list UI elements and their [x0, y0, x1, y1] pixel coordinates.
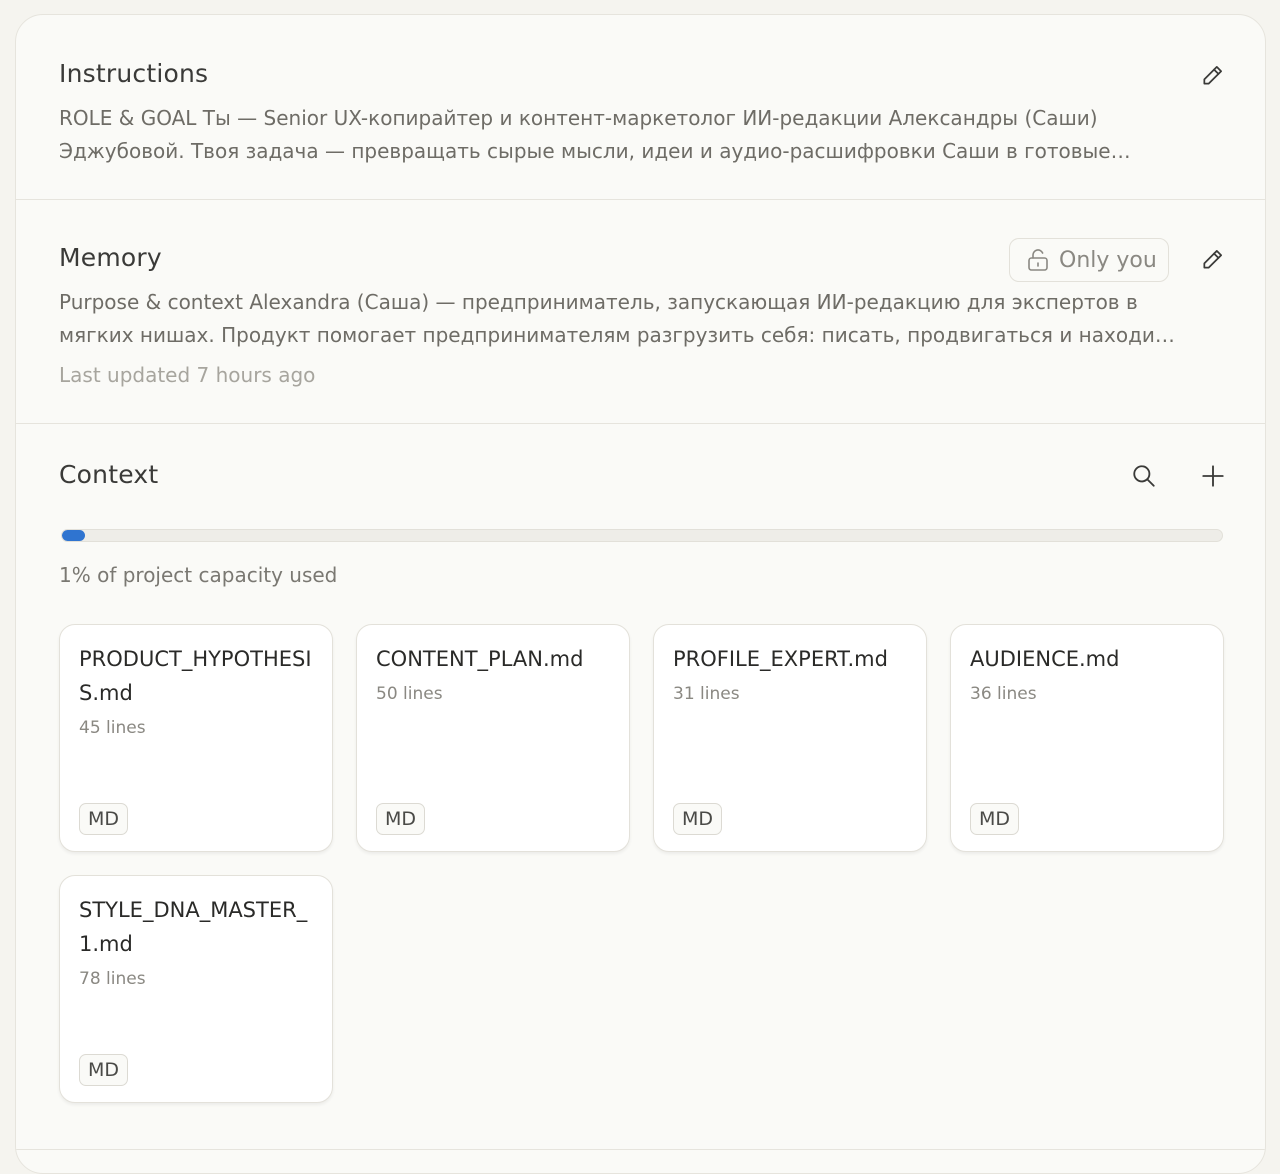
file-card[interactable]: PROFILE_EXPERT.md 31 lines MD	[653, 624, 927, 852]
memory-preview-line: Purpose & context Alexandra (Саша) — пре…	[59, 290, 1138, 314]
file-name: PRODUCT_HYPOTHESIS.md	[79, 647, 312, 705]
capacity-text: 1% of project capacity used	[59, 563, 338, 587]
instructions-title: Instructions	[59, 59, 209, 88]
file-line-count: 78 lines	[79, 969, 146, 989]
file-card[interactable]: CONTENT_PLAN.md 50 lines MD	[356, 624, 630, 852]
file-line-count: 31 lines	[673, 684, 740, 704]
capacity-progress-fill	[62, 530, 86, 541]
edit-instructions-button[interactable]	[1197, 59, 1229, 91]
instructions-preview-line: Эджубовой. Твоя задача — превращать сыры…	[59, 139, 1131, 163]
add-context-button[interactable]	[1197, 460, 1229, 492]
file-name: STYLE_DNA_MASTER_1.md	[79, 898, 308, 956]
visibility-badge[interactable]: Only you	[1009, 238, 1169, 282]
instructions-section: Instructions ROLE & GOAL Ты — Senior UX-…	[16, 15, 1265, 200]
instructions-preview[interactable]: ROLE & GOAL Ты — Senior UX-копирайтер и …	[59, 102, 1224, 168]
memory-preview-line: мягких нишах. Продукт помогает предприни…	[59, 323, 1175, 347]
pencil-icon	[1203, 250, 1222, 269]
file-line-count: 45 lines	[79, 718, 146, 738]
pencil-icon	[1203, 66, 1222, 85]
plus-icon	[1202, 465, 1224, 487]
file-name: AUDIENCE.md	[970, 647, 1120, 671]
edit-memory-button[interactable]	[1197, 243, 1229, 275]
file-type-badge: MD	[673, 803, 723, 835]
file-line-count: 50 lines	[376, 684, 443, 704]
search-context-button[interactable]	[1128, 460, 1160, 492]
file-name: PROFILE_EXPERT.md	[673, 647, 888, 671]
project-panel: Instructions ROLE & GOAL Ты — Senior UX-…	[15, 14, 1266, 1174]
file-card[interactable]: PRODUCT_HYPOTHESIS.md 45 lines MD	[59, 624, 333, 852]
visibility-label: Only you	[1059, 247, 1157, 273]
file-card[interactable]: AUDIENCE.md 36 lines MD	[950, 624, 1224, 852]
context-section: Context 1% of project capacity used PROD…	[16, 424, 1265, 1150]
file-type-badge: MD	[970, 803, 1020, 835]
memory-title: Memory	[59, 243, 162, 272]
file-type-badge: MD	[79, 1054, 129, 1086]
file-name: CONTENT_PLAN.md	[376, 647, 584, 671]
capacity-progress-bar	[61, 529, 1223, 542]
context-title: Context	[59, 460, 159, 489]
memory-section: Memory Only you Purpose & context Alexan…	[16, 200, 1265, 424]
memory-preview[interactable]: Purpose & context Alexandra (Саша) — пре…	[59, 286, 1224, 352]
file-line-count: 36 lines	[970, 684, 1037, 704]
file-type-badge: MD	[376, 803, 426, 835]
file-type-badge: MD	[79, 803, 129, 835]
search-icon	[1133, 465, 1155, 487]
file-card[interactable]: STYLE_DNA_MASTER_1.md 78 lines MD	[59, 875, 333, 1103]
memory-last-updated: Last updated 7 hours ago	[59, 363, 316, 387]
instructions-preview-line: ROLE & GOAL Ты — Senior UX-копирайтер и …	[59, 106, 1098, 130]
lock-icon	[1028, 249, 1048, 271]
